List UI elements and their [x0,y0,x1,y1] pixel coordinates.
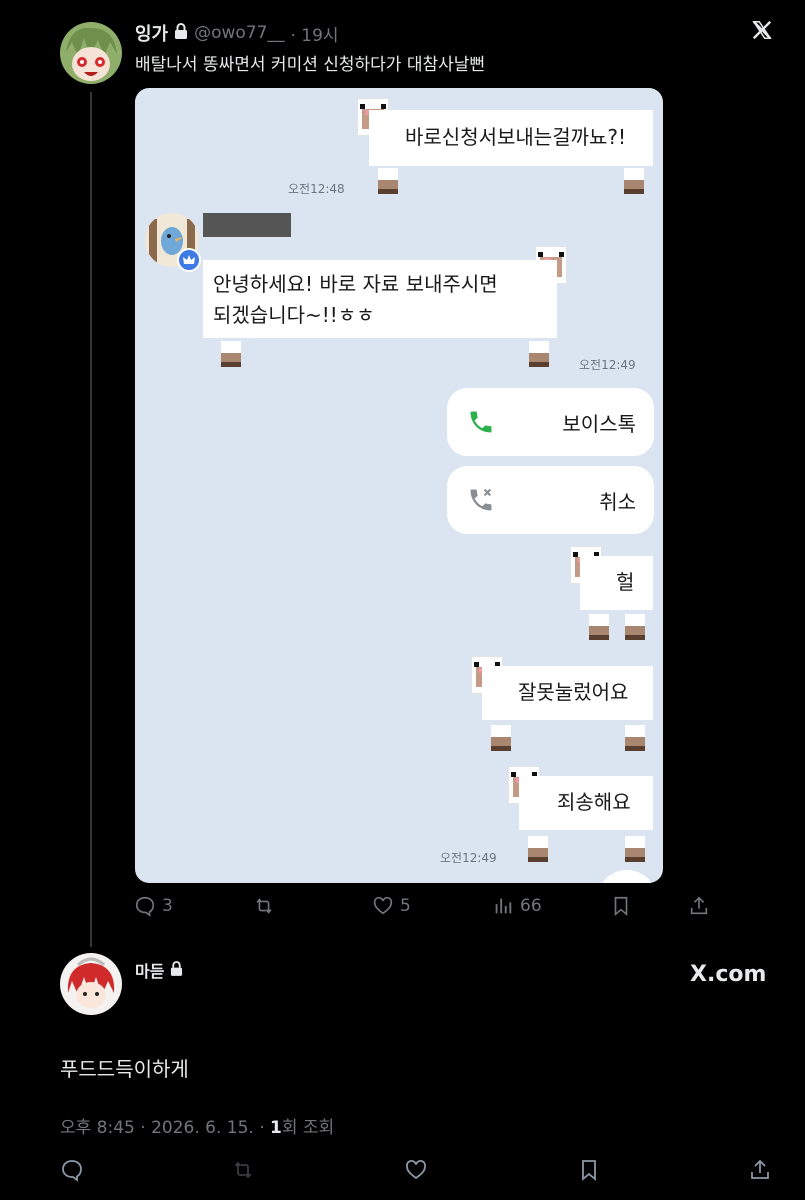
view-count: 66 [520,896,542,916]
like-action[interactable]: 5 [372,895,411,917]
retweet-icon [256,898,272,914]
chat-bubble-2-line-1: 안녕하세요! 바로 자료 보내주시면 [213,272,498,296]
sheep-leg [528,836,548,862]
sheep-leg [624,168,644,194]
tweet-header: 잉가 @owo77__ · 19시 [135,20,339,46]
like-icon [406,1160,426,1180]
cancel-call-card[interactable]: 취소 [447,466,654,534]
author-name[interactable]: 잉가 [135,20,168,46]
bookmark-icon [614,896,628,917]
quote-share-action[interactable] [748,1158,772,1182]
redacted-name [203,213,291,237]
retweet-icon [234,1161,252,1179]
site-label[interactable]: X.com [690,962,766,987]
phone-icon [470,411,492,433]
chat-bubble-1: 바로신청서보내는걸까뇨?! [369,110,653,166]
chat-bubble-4: 잘못눌렀어요 [482,666,653,720]
quote-retweet-action[interactable] [231,1158,255,1182]
sheep-leg [378,168,398,194]
tweet-time[interactable]: · 19시 [290,21,338,46]
author-avatar[interactable] [60,22,122,84]
reply-icon [135,896,155,917]
views-icon [495,898,512,914]
chat-bubble-5: 죄송해요 [519,776,653,830]
share-icon [690,896,708,915]
sheep-leg [529,341,549,367]
views-action[interactable]: 66 [492,895,542,917]
quote-author-name[interactable]: 마듣 [135,958,164,982]
share-action[interactable] [688,895,710,917]
cancel-call-label: 취소 [599,490,636,514]
phone-cancel-icon [470,488,492,511]
sheep-leg [625,614,645,640]
timestamp-3: 오전12:49 [440,851,497,865]
quote-like-action[interactable] [404,1158,428,1182]
like-icon [373,896,393,915]
chat-bubble-3: 헐 [580,556,653,610]
x-logo-icon[interactable] [751,19,773,47]
tweet-text: 배탈나서 똥싸면서 커미션 신청하다가 대참사날뻔 [135,55,486,75]
sheep-leg [625,725,645,751]
sheep-leg [589,614,609,640]
chat-bubble-2: 안녕하세요! 바로 자료 보내주시면 되겠습니다~!!ㅎㅎ [203,260,557,338]
floating-button [597,870,657,883]
reply-icon [62,1160,82,1182]
quote-meta: 오후 8:45 · 2026. 6. 15. · 1회 조회 [60,1113,334,1138]
quote-view-count: 1 [270,1118,282,1138]
chat-bubble-2-line-2: 되겠습니다~!!ㅎㅎ [213,303,375,327]
author-handle[interactable]: @owo77__ [194,23,284,43]
reply-action[interactable]: 3 [134,895,173,917]
voice-talk-label: 보이스톡 [562,412,636,436]
timestamp-1: 오전12:48 [288,182,345,196]
bookmark-action[interactable] [610,895,632,917]
quote-reply-action[interactable] [60,1158,84,1182]
chat-screenshot[interactable]: 바로신청서보내는걸까뇨?! 오전12:48 안녕하세요! 바로 자료 보내주시면… [135,88,663,883]
lock-icon [170,960,183,980]
quote-text: 푸드드득이하게 [60,1057,189,1081]
bookmark-icon [582,1160,596,1181]
like-count: 5 [400,896,411,916]
voice-talk-card[interactable]: 보이스톡 [447,388,654,456]
quote-header: 마듣 [135,958,183,982]
thread-line [90,92,92,947]
reply-count: 3 [162,896,173,916]
quote-author-avatar[interactable] [60,953,122,1015]
quote-timestamp[interactable]: 오후 8:45 · 2026. 6. 15. · [60,1118,270,1138]
share-icon [751,1159,769,1179]
lock-icon [174,23,188,43]
timestamp-2: 오전12:49 [579,358,636,372]
quote-view-label: 회 조회 [281,1118,335,1138]
quote-bookmark-action[interactable] [577,1158,601,1182]
sheep-leg [221,341,241,367]
sheep-leg [491,725,511,751]
verified-crown-icon [177,248,201,272]
sheep-leg [625,836,645,862]
retweet-action[interactable] [253,895,275,917]
